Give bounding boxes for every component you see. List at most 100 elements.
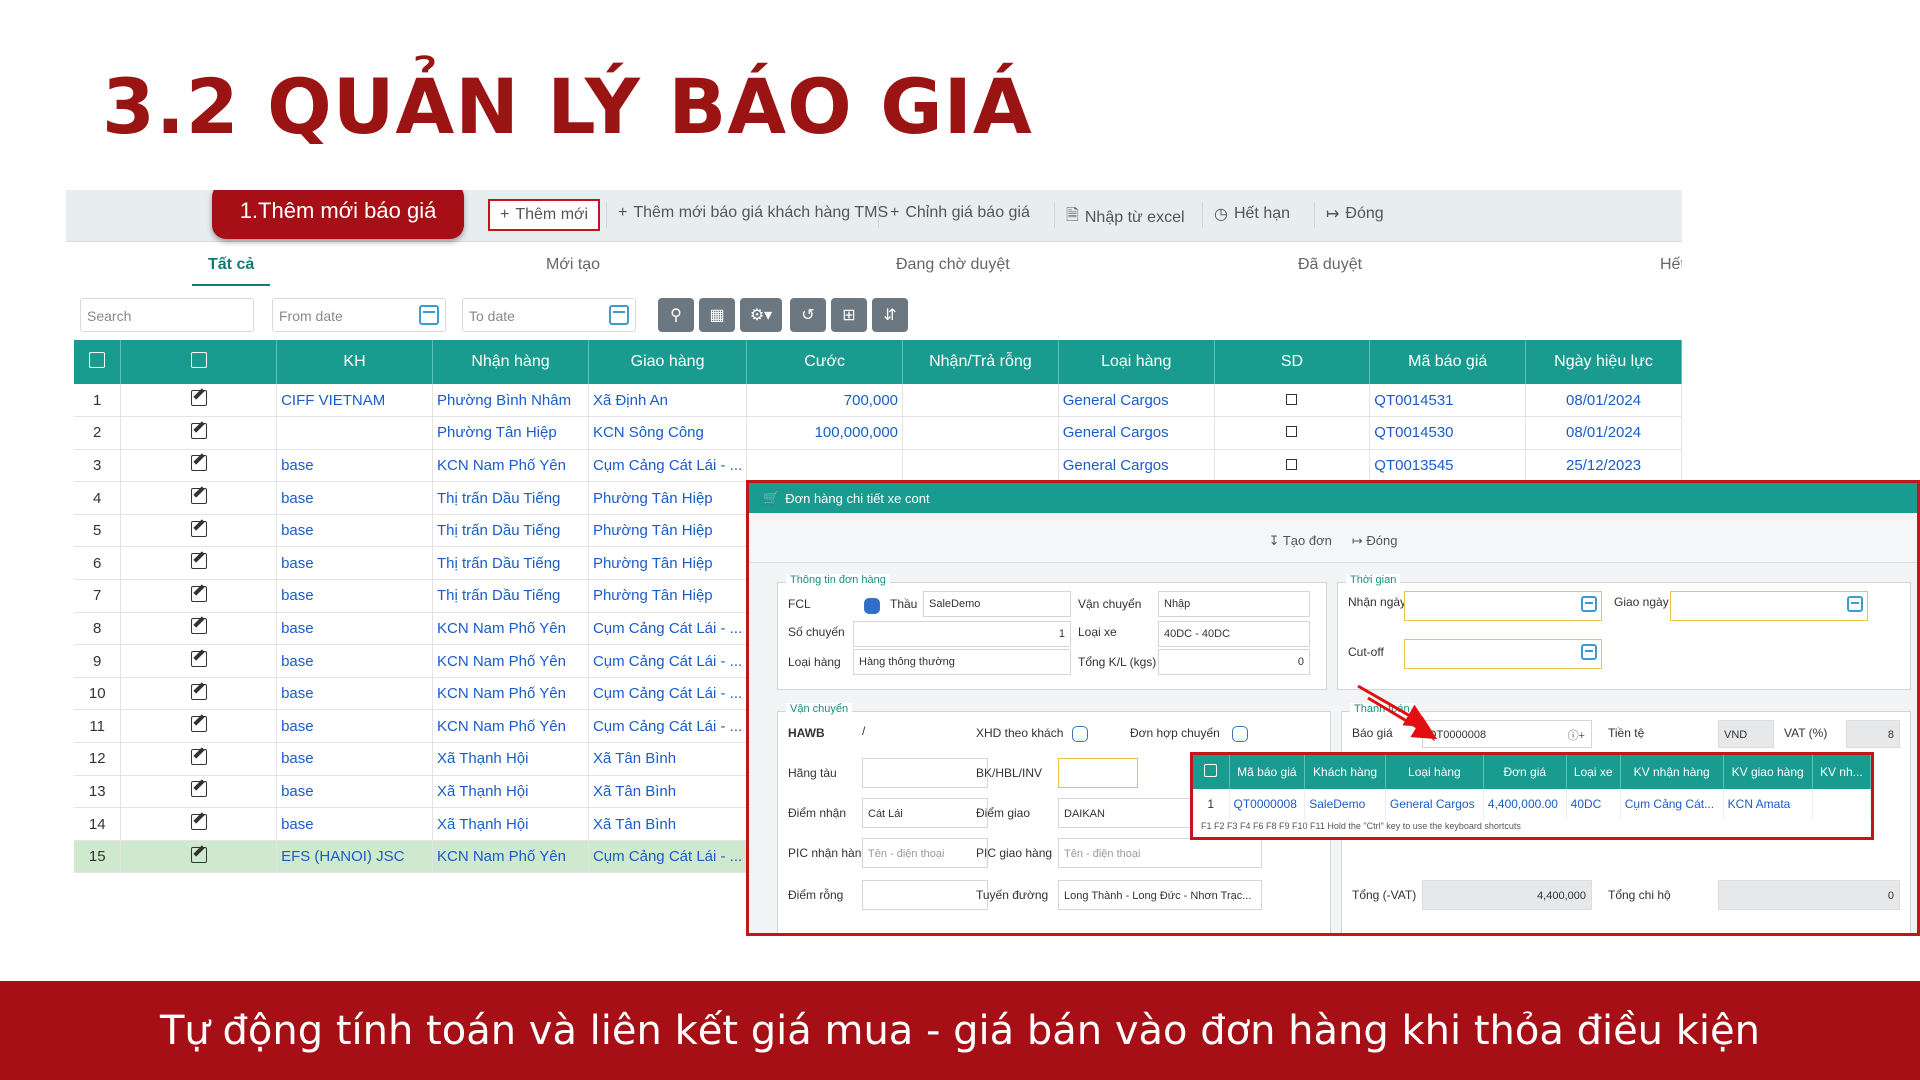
so-chuyen-field[interactable]: 1 [853,621,1071,647]
search-input[interactable]: Search [80,298,254,332]
lookup-col-loai[interactable]: Loại hàng [1385,755,1484,789]
lookup-col-gia[interactable]: Đơn giá [1483,755,1567,789]
col-cuoc[interactable]: Cước [746,340,904,384]
edit-cell[interactable] [120,514,278,548]
refresh-icon[interactable]: ↺ [790,298,826,332]
col-select[interactable] [74,340,122,384]
create-order-button[interactable]: ↧ Tạo đơn [1269,533,1332,549]
edit-icon[interactable] [190,618,207,635]
edit-cell[interactable] [120,612,278,646]
dialog-close-button[interactable]: ↦ Đóng [1352,533,1398,549]
columns-icon[interactable]: ⇵ [872,298,908,332]
tong-kl-field[interactable]: 0 [1158,649,1310,675]
edit-icon[interactable] [190,683,207,700]
edit-cell[interactable] [120,644,278,678]
nhan-ngay-field[interactable] [1404,591,1602,621]
edit-icon[interactable] [190,553,207,570]
thau-field[interactable]: SaleDemo [923,591,1071,617]
tab-expired[interactable]: Hết [1660,256,1682,274]
sd-cell[interactable] [1214,416,1371,450]
edit-icon[interactable] [190,520,207,537]
col-sd[interactable]: SD [1214,340,1371,384]
add-tms-quote-button[interactable]: + Thêm mới báo giá khách hàng TMS [618,204,888,222]
edit-icon[interactable] [190,651,207,668]
cutoff-field[interactable] [1404,639,1602,669]
loai-hang-field[interactable]: Hàng thông thường [853,649,1071,675]
lookup-row[interactable]: 1 QT0000008 SaleDemo General Cargos 4,40… [1193,789,1872,819]
tab-all[interactable]: Tất cả [192,256,271,286]
edit-icon[interactable] [190,846,207,863]
add-new-button[interactable]: + Thêm mới [488,199,601,231]
vat-field[interactable]: 8 [1846,720,1900,748]
tien-te-field[interactable]: VND [1718,720,1774,748]
bao-gia-field[interactable]: QT0000008 ⓘ+ [1422,720,1592,748]
diem-rong-field[interactable] [862,880,988,910]
sd-cell[interactable] [1214,384,1371,418]
tuyen-duong-field[interactable]: Long Thành - Long Đức - Nhơn Trạc... [1058,880,1262,910]
col-kh[interactable]: KH [276,340,433,384]
pic-nhan-field[interactable]: Tên - điện thoại [862,838,988,868]
tong-field[interactable]: 4,400,000 [1422,880,1592,910]
edit-cell[interactable] [120,449,278,483]
edit-cell[interactable] [120,742,278,776]
edit-icon[interactable] [190,781,207,798]
xhd-checkbox[interactable] [1072,726,1088,742]
calendar-button-icon[interactable]: ▦ [699,298,735,332]
table-row[interactable]: 1 CIFF VIETNAM Phường Bình Nhâm Xã Định An 7… [74,384,1682,418]
edit-cell[interactable] [120,677,278,711]
lookup-col-kv-more[interactable]: KV nh... [1812,755,1872,789]
lookup-col-kv-nhan[interactable]: KV nhận hàng [1620,755,1724,789]
fcl-toggle[interactable] [864,598,880,614]
giao-ngay-field[interactable] [1670,591,1868,621]
van-chuyen-field[interactable]: Nhập [1158,591,1310,617]
lookup-col-xe[interactable]: Loại xe [1566,755,1621,789]
diem-nhan-field[interactable]: Cát Lái [862,798,988,828]
table-row[interactable]: 3 base KCN Nam Phố Yên Cụm Cảng Cát Lái - .… [74,449,1682,483]
sd-cell[interactable] [1214,449,1371,483]
edit-icon[interactable] [190,748,207,765]
close-button[interactable]: ↦ Đóng [1326,204,1384,224]
col-ngay-hieu-luc[interactable]: Ngày hiệu lực [1525,340,1682,384]
edit-icon[interactable] [190,814,207,831]
pic-giao-field[interactable]: Tên - điện thoại [1058,838,1262,868]
tab-pending[interactable]: Đang chờ duyệt [896,256,1010,274]
edit-cell[interactable] [120,546,278,581]
col-nhan-tra-rong[interactable]: Nhận/Trả rỗng [902,340,1059,384]
edit-cell[interactable] [120,416,278,450]
info-add-icon[interactable]: ⓘ+ [1568,727,1585,743]
from-date-input[interactable]: From date [272,298,446,332]
tab-new[interactable]: Mới tạo [546,256,600,274]
sd-checkbox[interactable] [1286,393,1298,405]
tong-chi-ho-field[interactable]: 0 [1718,880,1900,910]
edit-cell[interactable] [120,481,278,515]
tab-approved[interactable]: Đã duyệt [1298,256,1362,274]
lookup-col-kv-giao[interactable]: KV giao hàng [1723,755,1813,789]
edit-cell[interactable] [120,840,278,874]
col-edit[interactable] [120,340,278,384]
hang-tau-field[interactable] [862,758,988,788]
settings-icon[interactable]: ⚙▾ [740,298,782,332]
edit-icon[interactable] [190,422,207,439]
to-date-input[interactable]: To date [462,298,636,332]
edit-cell[interactable] [120,775,278,809]
lookup-col-kh[interactable]: Khách hàng [1304,755,1386,789]
loai-xe-field[interactable]: 40DC - 40DC [1158,621,1310,647]
edit-icon[interactable] [190,455,207,472]
search-icon[interactable]: ⚲ [658,298,694,332]
col-ma-bao-gia[interactable]: Mã báo giá [1369,340,1527,384]
expired-button[interactable]: ◷ Hết hạn [1214,204,1290,224]
col-giao-hang[interactable]: Giao hàng [588,340,748,384]
col-loai-hang[interactable]: Loại hàng [1058,340,1215,384]
edit-icon[interactable] [190,716,207,733]
col-nhan-hang[interactable]: Nhận hàng [432,340,589,384]
sd-checkbox[interactable] [1286,426,1298,438]
bk-field[interactable] [1058,758,1138,788]
edit-icon[interactable] [190,585,207,602]
edit-cell[interactable] [120,579,278,613]
lookup-col-ma[interactable]: Mã báo giá [1229,755,1306,789]
edit-icon[interactable] [190,390,207,407]
import-excel-button[interactable]: 🗎 Nhập từ excel [1066,204,1185,231]
edit-cell[interactable] [120,709,278,744]
edit-cell[interactable] [120,384,278,418]
don-hop-checkbox[interactable] [1232,726,1248,742]
